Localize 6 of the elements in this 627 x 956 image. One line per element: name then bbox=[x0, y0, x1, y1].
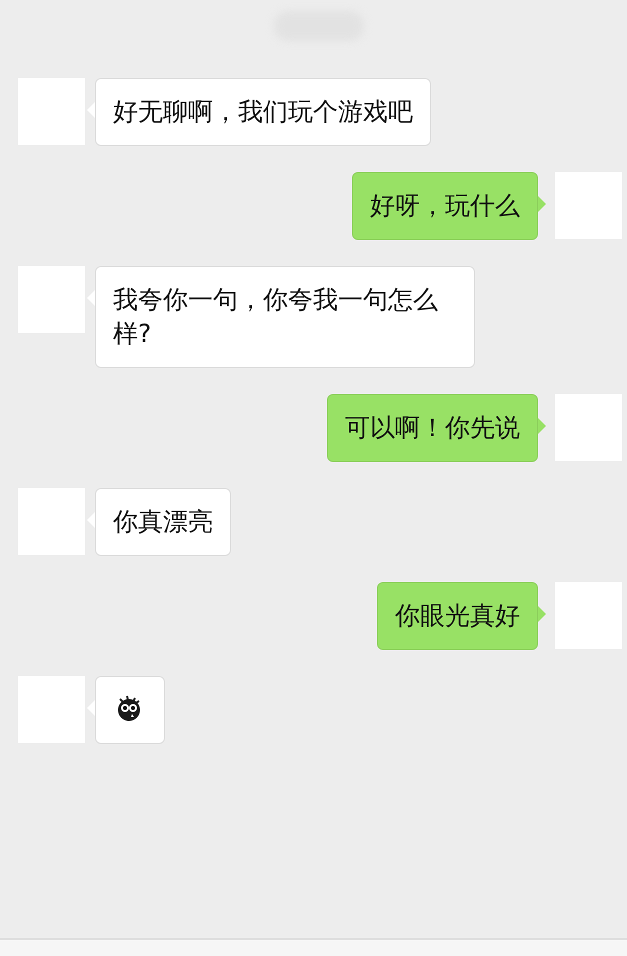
message-bubble: 你真漂亮 bbox=[95, 488, 231, 556]
message-bubble: 好无聊啊，我们玩个游戏吧 bbox=[95, 78, 431, 146]
message-bubble: 可以啊！你先说 bbox=[327, 394, 538, 462]
message-bubble: 我夸你一句，你夸我一句怎么样? bbox=[95, 266, 475, 368]
message-bubble: 你眼光真好 bbox=[377, 582, 538, 650]
message-bubble: 好呀，玩什么 bbox=[352, 172, 538, 240]
